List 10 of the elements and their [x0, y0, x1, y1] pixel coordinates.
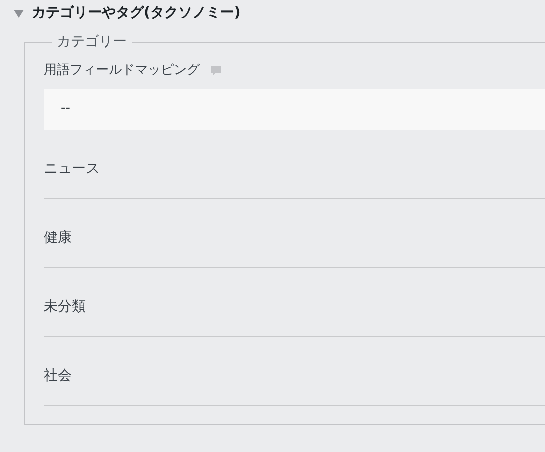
term-label: 社会 [44, 366, 72, 386]
field-label: 用語フィールドマッピング [44, 62, 200, 80]
section-title: カテゴリーやタグ(タクソノミー) [32, 4, 241, 23]
term-label: 未分類 [44, 298, 86, 316]
term-label: ニュース [44, 160, 100, 178]
fieldset-legend: カテゴリー [52, 32, 132, 53]
term-label: 健康 [44, 228, 72, 248]
comment-icon [210, 64, 222, 77]
collapse-toggle-icon[interactable] [14, 10, 24, 18]
select-field[interactable]: -- [44, 88, 545, 130]
